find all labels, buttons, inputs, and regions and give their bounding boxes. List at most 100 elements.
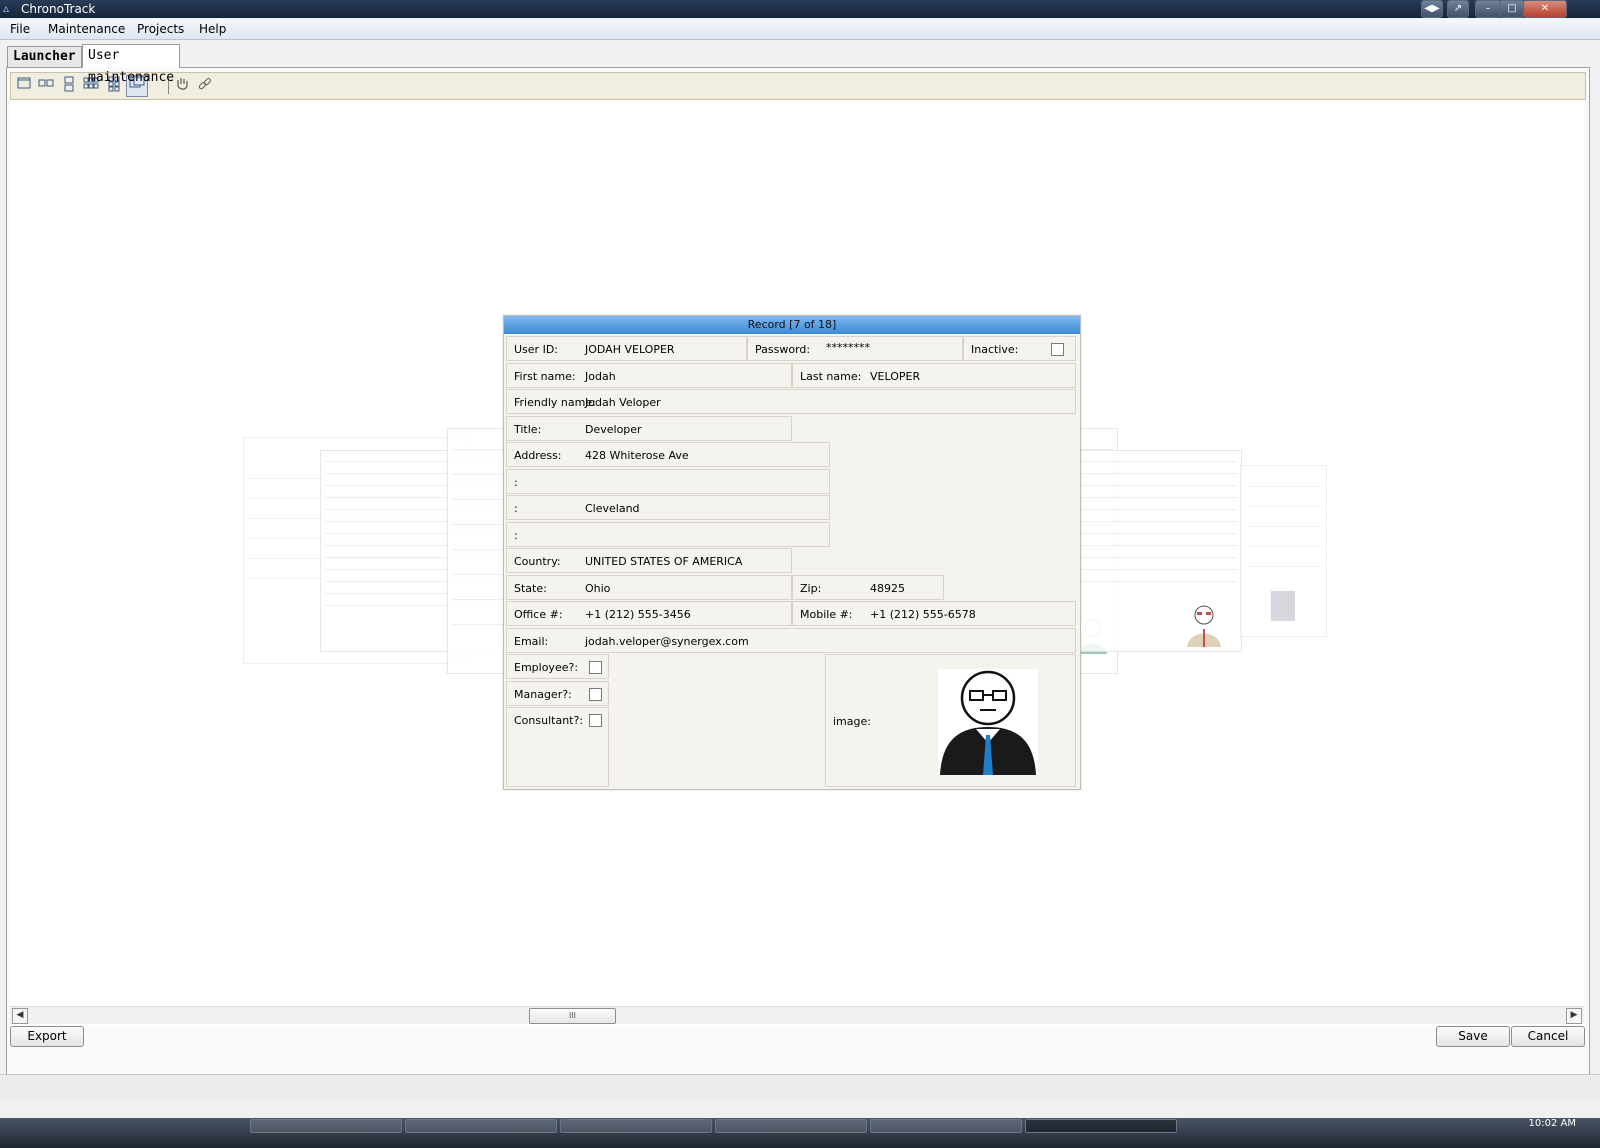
- country-value: UNITED STATES OF AMERICA: [585, 555, 743, 568]
- taskbar-item[interactable]: [405, 1119, 557, 1133]
- manager-field: Manager?:: [506, 681, 609, 706]
- state-field[interactable]: State: Ohio: [506, 575, 792, 600]
- app-logo-icon: ▵: [3, 1, 10, 15]
- manager-label: Manager?:: [514, 688, 572, 701]
- email-field[interactable]: Email: jodah.veloper@synergex.com: [506, 628, 1076, 653]
- ghost-record-card[interactable]: [447, 428, 509, 674]
- city-label: :: [514, 502, 518, 515]
- last-name-field[interactable]: Last name: VELOPER: [792, 363, 1076, 388]
- menu-maintenance[interactable]: Maintenance: [48, 22, 125, 36]
- tab-user-maintenance[interactable]: User maintenance: [82, 44, 181, 85]
- title-value: Developer: [585, 423, 642, 436]
- menu-help[interactable]: Help: [199, 22, 226, 36]
- zip-label: Zip:: [800, 582, 822, 595]
- taskbar-item-active[interactable]: [1025, 1119, 1177, 1133]
- office-phone-value: +1 (212) 555-3456: [585, 608, 691, 621]
- menu-bar: File Maintenance Projects Help: [0, 19, 1600, 40]
- user-id-label: User ID:: [514, 343, 558, 356]
- tab-launcher[interactable]: Launcher: [7, 46, 82, 67]
- two-up-view-icon[interactable]: [36, 76, 56, 96]
- scroll-left-icon[interactable]: ◀: [12, 1008, 28, 1024]
- employee-field: Employee?:: [506, 654, 609, 679]
- office-phone-field[interactable]: Office #: +1 (212) 555-3456: [506, 601, 792, 626]
- inactive-field: Inactive:: [963, 336, 1076, 361]
- menu-file[interactable]: File: [10, 22, 30, 36]
- inactive-label: Inactive:: [971, 343, 1019, 356]
- address-value: 428 Whiterose Ave: [585, 449, 689, 462]
- close-window-button[interactable]: ✕: [1523, 0, 1567, 18]
- window-popout-button[interactable]: ↗: [1447, 0, 1469, 18]
- image-label: image:: [833, 715, 871, 728]
- address-line4-field[interactable]: :: [506, 522, 830, 547]
- country-label: Country:: [514, 555, 561, 568]
- mobile-phone-field[interactable]: Mobile #: +1 (212) 555-6578: [792, 601, 1076, 626]
- first-name-field[interactable]: First name: Jodah: [506, 363, 792, 388]
- password-field[interactable]: Password: ********: [747, 336, 963, 361]
- consultant-field: Consultant?:: [506, 707, 609, 787]
- save-button[interactable]: Save: [1436, 1026, 1510, 1047]
- taskbar-item[interactable]: [715, 1119, 867, 1133]
- inactive-checkbox[interactable]: [1051, 343, 1064, 356]
- friendly-name-label: Friendly name:: [514, 396, 596, 409]
- image-field[interactable]: image:: [825, 654, 1076, 787]
- employee-checkbox[interactable]: [589, 661, 602, 674]
- taskbar-item[interactable]: [250, 1119, 402, 1133]
- window-switch-button[interactable]: ◀▶: [1421, 0, 1443, 18]
- title-label: Title:: [514, 423, 542, 436]
- address-line2-label: :: [514, 476, 518, 489]
- scroll-right-icon[interactable]: ▶: [1566, 1008, 1582, 1024]
- record-header: Record [7 of 18]: [504, 316, 1080, 334]
- ghost-record-card[interactable]: [1240, 465, 1327, 637]
- taskbar-item[interactable]: [560, 1119, 712, 1133]
- cancel-button[interactable]: Cancel: [1511, 1026, 1585, 1047]
- email-label: Email:: [514, 635, 549, 648]
- address-label: Address:: [514, 449, 562, 462]
- first-name-label: First name:: [514, 370, 576, 383]
- friendly-name-field[interactable]: Friendly name: Jodah Veloper: [506, 389, 1076, 414]
- maximize-button[interactable]: □: [1499, 0, 1525, 18]
- country-field[interactable]: Country: UNITED STATES OF AMERICA: [506, 548, 792, 573]
- minimize-button[interactable]: –: [1475, 0, 1501, 18]
- password-label: Password:: [755, 343, 811, 356]
- taskbar-item[interactable]: [870, 1119, 1022, 1133]
- password-value: ********: [826, 341, 870, 354]
- consultant-checkbox[interactable]: [589, 714, 602, 727]
- hand-pan-icon[interactable]: [172, 76, 192, 96]
- menu-projects[interactable]: Projects: [137, 22, 184, 36]
- last-name-value: VELOPER: [870, 370, 921, 383]
- user-id-field[interactable]: User ID: JODAH VELOPER: [506, 336, 747, 361]
- manager-checkbox[interactable]: [589, 688, 602, 701]
- developer-avatar-icon: [938, 669, 1038, 775]
- title-bar: ▵ ChronoTrack ◀▶ ↗ – □ ✕: [0, 0, 1600, 18]
- title-field[interactable]: Title: Developer: [506, 416, 792, 441]
- stacked-view-icon[interactable]: [59, 76, 79, 96]
- consultant-label: Consultant?:: [514, 714, 584, 727]
- first-name-value: Jodah: [585, 370, 616, 383]
- status-bar: [0, 1074, 1600, 1099]
- record-card: Record [7 of 18] User ID: JODAH VELOPER …: [503, 315, 1081, 790]
- email-value: jodah.veloper@synergex.com: [585, 635, 749, 648]
- state-label: State:: [514, 582, 547, 595]
- address-line2-field[interactable]: :: [506, 469, 830, 494]
- address-field[interactable]: Address: 428 Whiterose Ave: [506, 442, 830, 467]
- ghost-avatar-icon: [1187, 605, 1221, 647]
- zip-value: 48925: [870, 582, 905, 595]
- city-field[interactable]: : Cleveland: [506, 495, 830, 520]
- ghost-record-card[interactable]: [1068, 450, 1242, 652]
- user-id-value: JODAH VELOPER: [585, 343, 675, 356]
- export-button[interactable]: Export: [10, 1026, 84, 1047]
- horizontal-scrollbar[interactable]: ◀ III ▶: [10, 1006, 1584, 1024]
- mobile-phone-label: Mobile #:: [800, 608, 853, 621]
- record-carousel[interactable]: Record [7 of 18] User ID: JODAH VELOPER …: [10, 100, 1584, 1025]
- office-phone-label: Office #:: [514, 608, 563, 621]
- state-value: Ohio: [585, 582, 611, 595]
- address-line4-label: :: [514, 529, 518, 542]
- scrollbar-thumb[interactable]: III: [529, 1008, 616, 1024]
- mobile-phone-value: +1 (212) 555-6578: [870, 608, 976, 621]
- city-value: Cleveland: [585, 502, 640, 515]
- link-icon[interactable]: [195, 76, 215, 96]
- last-name-label: Last name:: [800, 370, 862, 383]
- taskbar-clock: 10:02 AM: [1528, 1118, 1576, 1129]
- single-view-icon[interactable]: [14, 76, 34, 96]
- zip-field[interactable]: Zip: 48925: [792, 575, 944, 600]
